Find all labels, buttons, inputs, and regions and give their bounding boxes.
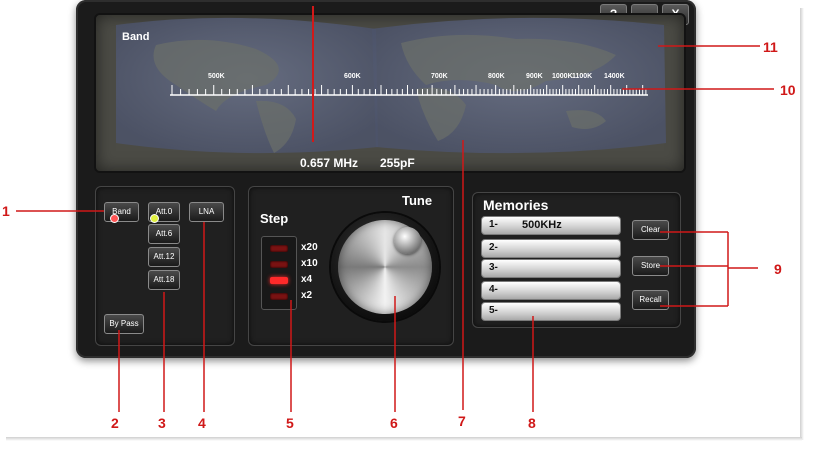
callout-2: 2	[111, 415, 119, 431]
callout-5: 5	[286, 415, 294, 431]
callout-4: 4	[198, 415, 206, 431]
callout-6: 6	[390, 415, 398, 431]
callout-11: 11	[763, 39, 778, 55]
callout-8: 8	[528, 415, 536, 431]
callout-3: 3	[158, 415, 166, 431]
callout-10: 10	[780, 82, 796, 98]
callout-1: 1	[2, 203, 10, 219]
callout-7: 7	[458, 413, 466, 429]
callout-9: 9	[774, 261, 782, 277]
callout-lines	[16, 45, 774, 412]
